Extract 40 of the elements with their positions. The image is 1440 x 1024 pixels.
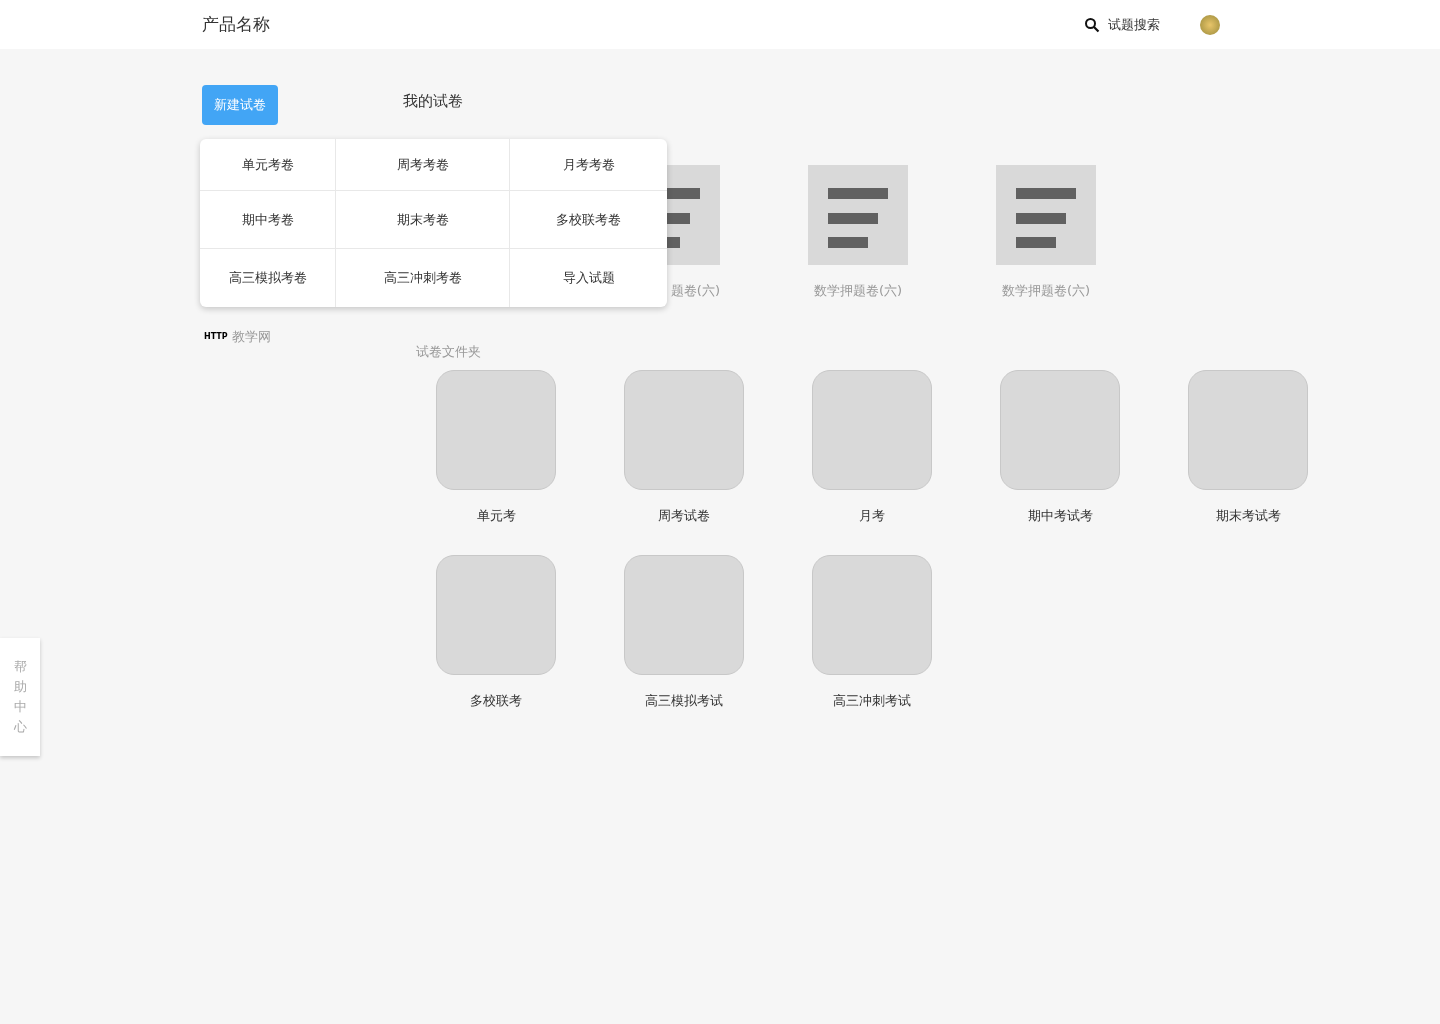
menu-item[interactable]: 单元考卷 bbox=[200, 139, 336, 190]
folder-label: 单元考 bbox=[476, 506, 516, 525]
menu-item[interactable]: 周考考卷 bbox=[336, 139, 510, 190]
folder-tile[interactable] bbox=[1188, 369, 1308, 490]
folder-label: 高三模拟考试 bbox=[645, 692, 723, 710]
page-title: 我的试卷 bbox=[403, 91, 464, 112]
search-link[interactable]: 试题搜索 bbox=[1084, 14, 1160, 35]
menu-item[interactable]: 多校联考卷 bbox=[510, 191, 667, 248]
document-icon bbox=[808, 164, 908, 265]
menu-item[interactable]: 期末考卷 bbox=[336, 191, 510, 248]
menu-item[interactable]: 月考考卷 bbox=[510, 139, 667, 190]
document-icon bbox=[667, 164, 720, 265]
folder-tile[interactable] bbox=[624, 555, 744, 675]
folder-tile[interactable] bbox=[1000, 369, 1120, 490]
product-name: 产品名称 bbox=[202, 12, 270, 36]
http-label: HTTP bbox=[204, 330, 228, 343]
menu-item[interactable]: 高三模拟考卷 bbox=[200, 249, 336, 307]
folder-label: 多校联考 bbox=[470, 692, 522, 710]
menu-item[interactable]: 期中考卷 bbox=[200, 191, 336, 248]
link-label: 教学网 bbox=[231, 328, 271, 346]
folder-tile[interactable] bbox=[624, 369, 744, 490]
avatar[interactable] bbox=[1200, 14, 1220, 35]
folder-tile[interactable] bbox=[812, 555, 932, 675]
folder-tile[interactable] bbox=[436, 369, 556, 490]
folder-label: 期中考试考 bbox=[1027, 506, 1093, 525]
folder-label: 周考试卷 bbox=[658, 506, 710, 525]
sidebar-link[interactable]: HTTP 教学网 bbox=[204, 327, 403, 347]
document-icon bbox=[996, 164, 1096, 265]
paper-label: 数学押题卷(六) bbox=[1001, 281, 1091, 300]
folder-label: 高三冲刺考试 bbox=[833, 692, 911, 710]
menu-item[interactable]: 导入试题 bbox=[510, 249, 667, 307]
folder-label: 月考 bbox=[859, 506, 885, 525]
paper-label: 题卷(六) bbox=[670, 281, 720, 300]
folder-tile[interactable] bbox=[436, 555, 556, 675]
paper-label: 数学押题卷(六) bbox=[813, 281, 903, 300]
search-icon bbox=[1084, 16, 1100, 33]
section-title: 试卷文件夹 bbox=[416, 343, 482, 361]
folder-tile[interactable] bbox=[812, 369, 932, 490]
folder-label: 期末考试考 bbox=[1215, 506, 1281, 525]
menu-item[interactable]: 高三冲刺考卷 bbox=[336, 249, 510, 307]
